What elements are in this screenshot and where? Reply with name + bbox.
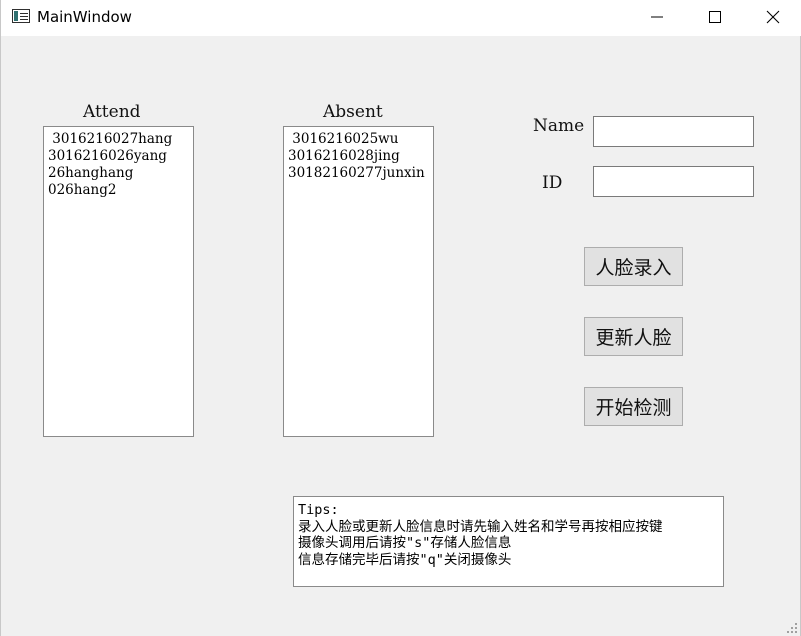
enroll-face-button[interactable]: 人脸录入: [584, 247, 683, 286]
start-detection-button[interactable]: 开始检测: [584, 387, 683, 426]
tips-line: Tips:: [298, 502, 339, 518]
tips-line: 摄像头调用后请按"s"存储人脸信息: [298, 535, 512, 551]
name-label: Name: [533, 116, 585, 136]
attend-list[interactable]: 3016216027hang 3016216026yang 26hanghang 02…: [43, 126, 194, 437]
id-label: ID: [542, 173, 563, 193]
list-item[interactable]: 026hang2: [48, 182, 193, 199]
absent-list[interactable]: 3016216025wu 3016216028jing 30182160277jun…: [283, 126, 434, 437]
maximize-icon: [709, 11, 721, 23]
name-field[interactable]: [593, 116, 754, 147]
list-item[interactable]: 3016216027hang: [48, 131, 193, 148]
tips-line: 录入人脸或更新人脸信息时请先输入姓名和学号再按相应按键: [298, 518, 663, 535]
list-item[interactable]: 3016216025wu: [288, 131, 433, 148]
update-face-button[interactable]: 更新人脸: [584, 317, 683, 356]
window-title: MainWindow: [37, 8, 132, 26]
list-item[interactable]: 30182160277junxin: [288, 165, 433, 182]
tips-text-box[interactable]: Tips: 录入人脸或更新人脸信息时请先输入姓名和学号再按相应按键 摄像头调用后…: [293, 496, 724, 587]
app-window-icon: [12, 9, 30, 23]
main-window: MainWindow Attend 3016216027hang 30162160…: [0, 0, 801, 636]
id-field[interactable]: [593, 166, 754, 197]
absent-label: Absent: [323, 102, 383, 122]
minimize-icon: [651, 16, 663, 18]
close-icon: [766, 10, 780, 24]
close-button[interactable]: [744, 0, 801, 34]
maximize-button[interactable]: [686, 0, 744, 34]
list-item[interactable]: 3016216026yang: [48, 148, 193, 165]
title-bar[interactable]: MainWindow: [1, 0, 801, 36]
minimize-button[interactable]: [628, 0, 686, 34]
list-item[interactable]: 26hanghang: [48, 165, 193, 182]
list-item[interactable]: 3016216028jing: [288, 148, 433, 165]
resize-grip-icon[interactable]: [786, 622, 798, 634]
attend-label: Attend: [83, 102, 141, 122]
tips-line: 信息存储完毕后请按"q"关闭摄像头: [298, 551, 512, 568]
